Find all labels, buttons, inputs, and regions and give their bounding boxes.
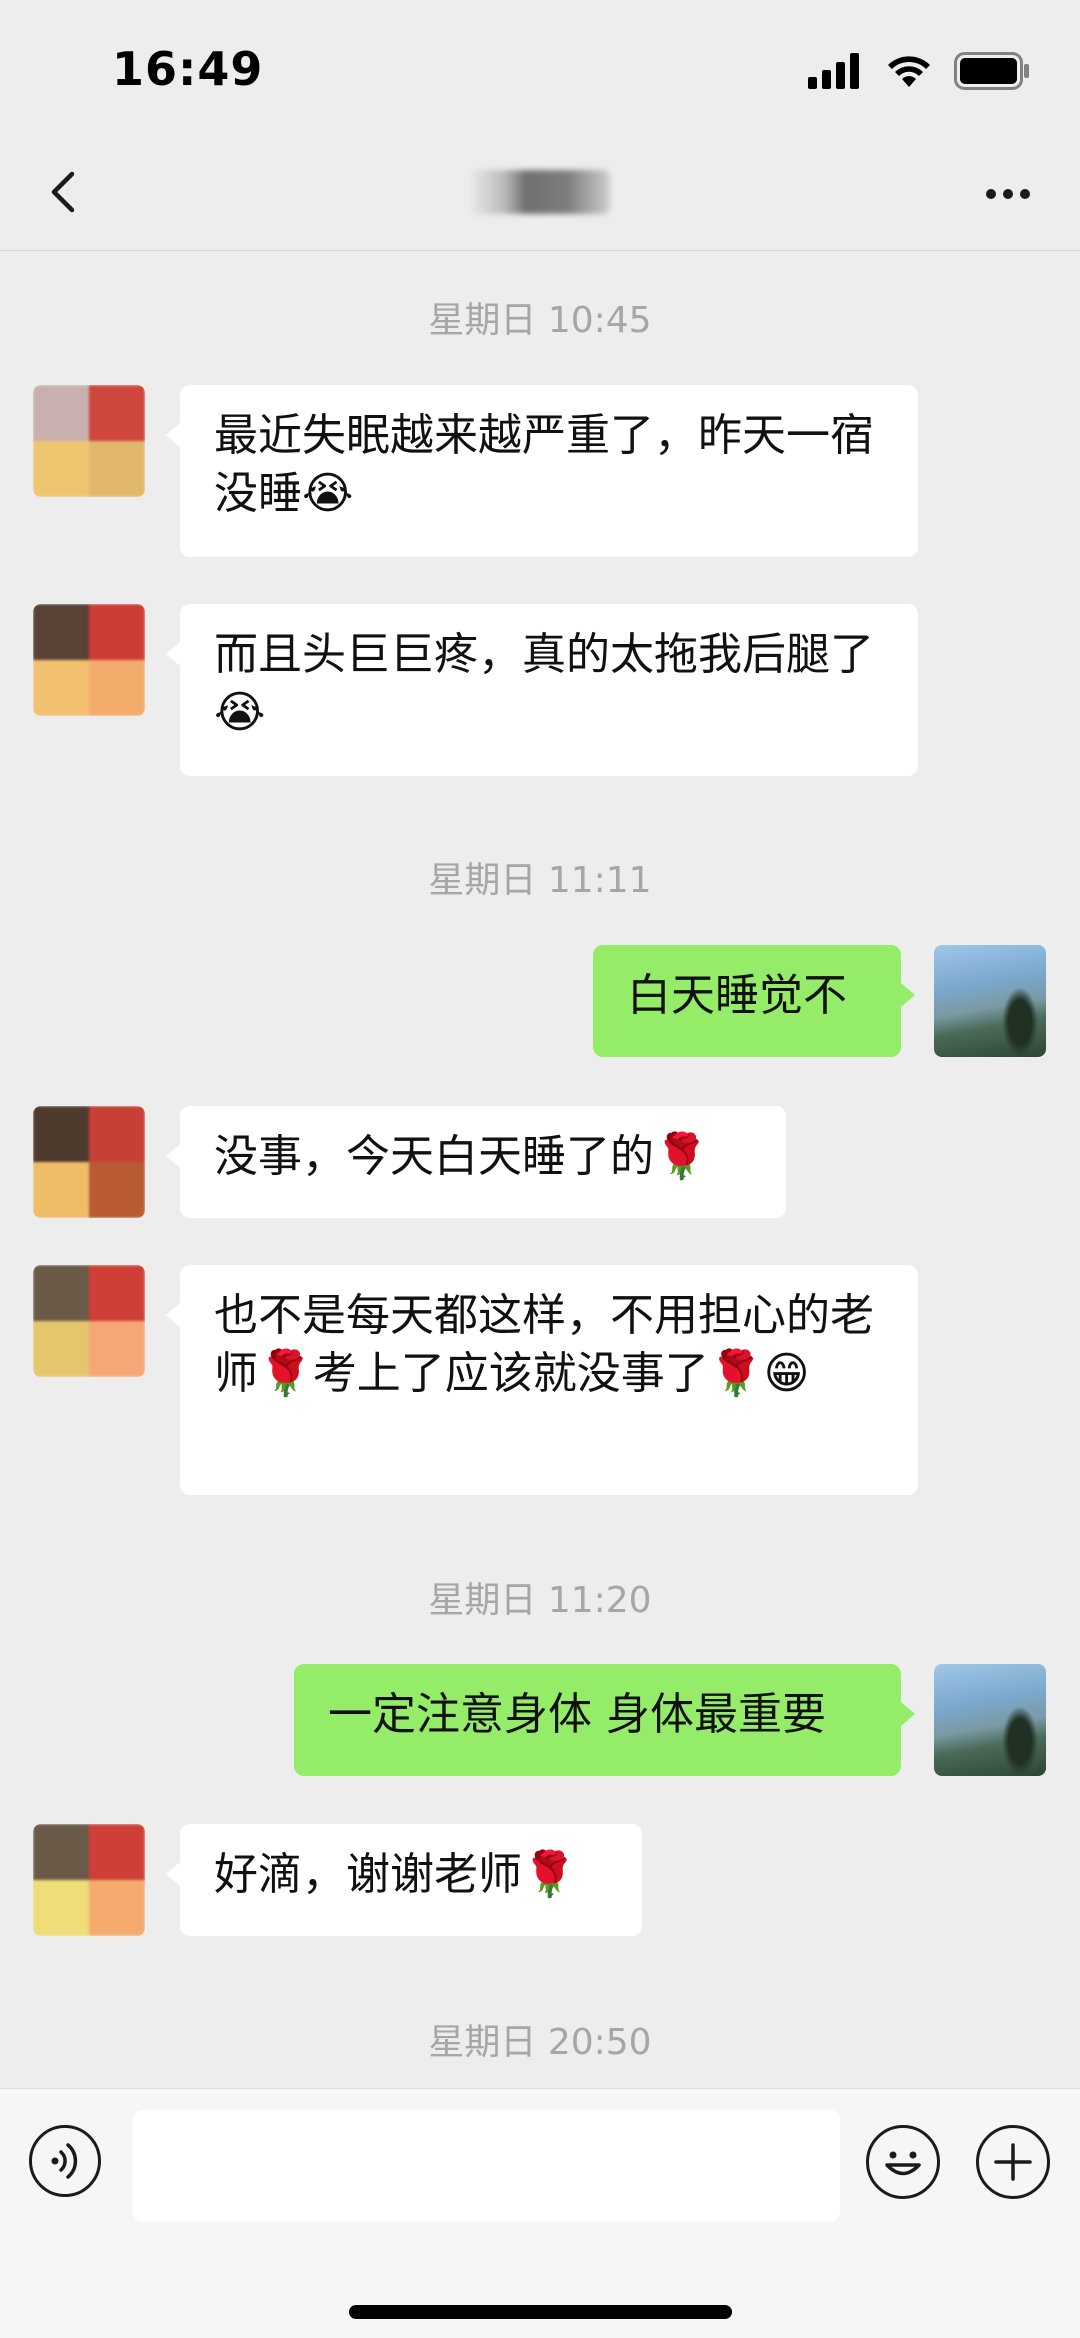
timestamp: 星期日 11:20	[428, 1580, 652, 1621]
contact-avatar[interactable]	[33, 1265, 145, 1377]
message-input[interactable]	[133, 2110, 840, 2222]
timestamp: 星期日 10:45	[428, 300, 652, 341]
plus-icon[interactable]	[976, 2125, 1050, 2199]
emoji-icon[interactable]	[866, 2125, 940, 2199]
received-message[interactable]: 没事，今天白天睡了的🌹	[166, 1106, 786, 1218]
sent-message[interactable]: 白天睡觉不	[593, 945, 915, 1057]
received-message[interactable]: 而且头巨巨疼，真的太拖我后腿了😭	[166, 604, 918, 776]
signal-icon	[808, 53, 859, 89]
battery-icon	[954, 52, 1029, 90]
contact-avatar[interactable]	[33, 385, 145, 497]
sent-message[interactable]: 一定注意身体 身体最重要	[294, 1664, 915, 1776]
wifi-icon	[888, 56, 930, 87]
voice-icon[interactable]	[29, 2125, 101, 2197]
contact-avatar[interactable]	[33, 1824, 145, 1936]
contact-avatar[interactable]	[33, 1106, 145, 1218]
status-bar: 16:49	[0, 0, 1080, 140]
input-bar	[0, 2088, 1080, 2338]
timestamp: 星期日 20:50	[428, 2022, 652, 2063]
chat-header	[0, 140, 1080, 251]
chat-title-redacted	[470, 170, 610, 214]
more-dots-icon[interactable]	[986, 174, 1046, 214]
received-message[interactable]: 最近失眠越来越严重了，昨天一宿没睡😭	[166, 385, 918, 557]
timestamp: 星期日 11:11	[428, 860, 652, 901]
user-avatar[interactable]	[934, 945, 1046, 1057]
contact-avatar[interactable]	[33, 604, 145, 716]
received-message[interactable]: 好滴，谢谢老师🌹	[166, 1824, 642, 1936]
message-list[interactable]: 星期日 10:45 最近失眠越来越严重了，昨天一宿没睡😭 而且头巨巨疼，真的太拖…	[0, 251, 1080, 2087]
chevron-left-icon[interactable]	[36, 162, 96, 222]
received-message[interactable]: 也不是每天都这样，不用担心的老师🌹考上了应该就没事了🌹😁	[166, 1265, 918, 1495]
status-time: 16:49	[112, 42, 264, 96]
home-indicator[interactable]	[349, 2305, 732, 2319]
user-avatar[interactable]	[934, 1664, 1046, 1776]
status-icons	[808, 52, 1030, 90]
